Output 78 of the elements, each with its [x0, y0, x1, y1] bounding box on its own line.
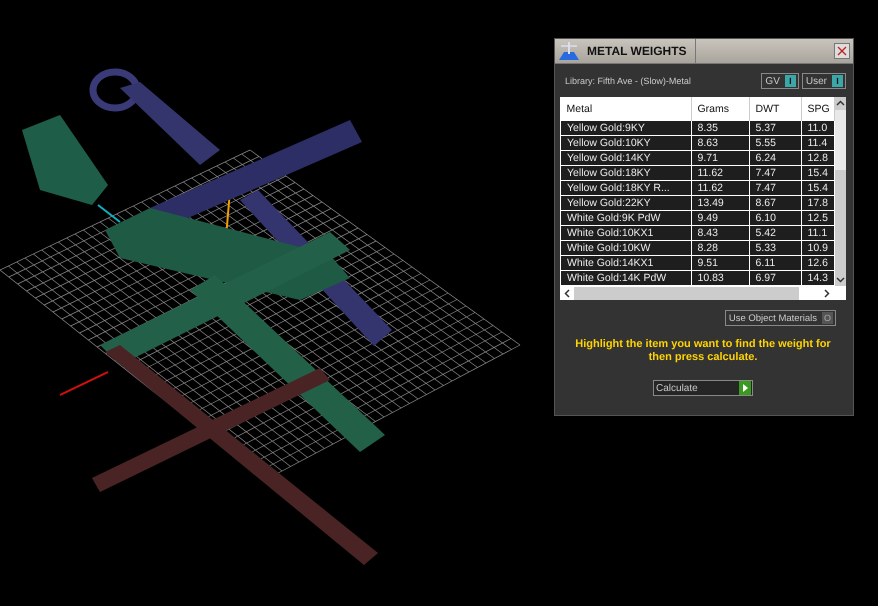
- table-cell: 11.62: [691, 166, 749, 180]
- window-title: METAL WEIGHTS: [585, 39, 696, 63]
- table-cell: 5.55: [749, 136, 801, 150]
- table-cell: 9.51: [691, 256, 749, 270]
- table-cell: 17.8: [801, 196, 834, 210]
- table-row[interactable]: Yellow Gold:9KY 8.35 5.37 11.0: [560, 120, 834, 136]
- table-row[interactable]: White Gold:14KX1 9.51 6.11 12.6: [560, 256, 834, 270]
- column-header[interactable]: DWT: [749, 97, 801, 120]
- table-row[interactable]: Yellow Gold:18KY 11.62 7.47 15.4: [560, 166, 834, 180]
- table-cell: 15.4: [801, 180, 834, 196]
- table-cell: White Gold:10KX1: [560, 226, 691, 240]
- table-cell: 12.8: [801, 150, 834, 166]
- table-cell: 8.28: [691, 240, 749, 256]
- table-cell: White Gold:14KX1: [560, 256, 691, 270]
- column-header[interactable]: SPG: [801, 97, 834, 120]
- scroll-thumb[interactable]: [574, 286, 799, 300]
- toggle-switch[interactable]: I: [784, 75, 796, 87]
- table-cell: 6.10: [749, 210, 801, 226]
- table-cell: 5.37: [749, 120, 801, 136]
- table-cell: 14.3: [801, 270, 834, 286]
- library-label: Library: Fifth Ave - (Slow)-Metal: [565, 76, 691, 86]
- table-row[interactable]: Yellow Gold:10KY 8.63 5.55 11.4: [560, 136, 834, 150]
- table-cell: White Gold:9K PdW: [560, 210, 691, 226]
- table-cell: 11.4: [801, 136, 834, 150]
- table-cell: 12.6: [801, 256, 834, 270]
- table-cell: Yellow Gold:10KY: [560, 136, 691, 150]
- toggle-control[interactable]: GV I: [761, 73, 799, 89]
- table-cell: 11.1: [801, 226, 834, 240]
- table-cell: Yellow Gold:14KY: [560, 150, 691, 166]
- scroll-up-icon[interactable]: [836, 100, 845, 106]
- close-button[interactable]: [834, 43, 850, 59]
- table-cell: Yellow Gold:18KY R...: [560, 180, 691, 196]
- table-cell: Yellow Gold:18KY: [560, 166, 691, 180]
- table-cell: 11.62: [691, 180, 749, 196]
- table-cell: 15.4: [801, 166, 834, 180]
- scroll-right-icon[interactable]: [824, 288, 830, 298]
- toggle-control[interactable]: User I: [802, 73, 846, 89]
- table-cell: 6.11: [749, 256, 801, 270]
- table-cell: White Gold:14K PdW: [560, 270, 691, 286]
- toggle-switch[interactable]: I: [832, 75, 843, 87]
- use-object-materials-toggle[interactable]: Use Object Materials O: [724, 310, 836, 326]
- scroll-thumb[interactable]: [835, 110, 846, 170]
- table-cell: 8.63: [691, 136, 749, 150]
- table-cell: 7.47: [749, 180, 801, 196]
- table-row[interactable]: White Gold:14K PdW 10.83 6.97 14.3: [560, 270, 834, 286]
- play-icon: [739, 381, 751, 395]
- vertical-scrollbar[interactable]: [835, 97, 846, 286]
- table-cell: 12.5: [801, 210, 834, 226]
- table-row[interactable]: White Gold:9K PdW 9.49 6.10 12.5: [560, 210, 834, 226]
- table-row[interactable]: White Gold:10KW 8.28 5.33 10.9: [560, 240, 834, 256]
- table-cell: 7.47: [749, 166, 801, 180]
- table-row[interactable]: Yellow Gold:18KY R... 11.62 7.47 15.4: [560, 180, 834, 196]
- scroll-down-icon[interactable]: [836, 277, 845, 283]
- table-cell: 10.9: [801, 240, 834, 256]
- table-row[interactable]: White Gold:10KX1 8.43 5.42 11.1: [560, 226, 834, 240]
- calculate-button[interactable]: Calculate: [653, 380, 753, 396]
- scroll-left-icon[interactable]: [564, 288, 570, 298]
- table-cell: 8.67: [749, 196, 801, 210]
- instruction-text: Highlight the item you want to find the weight for then press calculate.: [574, 338, 832, 364]
- table-cell: Yellow Gold:22KY: [560, 196, 691, 210]
- table-cell: 5.42: [749, 226, 801, 240]
- table-cell: Yellow Gold:9KY: [560, 120, 691, 136]
- table-cell: 8.35: [691, 120, 749, 136]
- column-header[interactable]: Grams: [691, 97, 749, 120]
- table-cell: White Gold:10KW: [560, 240, 691, 256]
- table-cell: 5.33: [749, 240, 801, 256]
- table-cell: 6.97: [749, 270, 801, 286]
- table-cell: 11.0: [801, 120, 834, 136]
- table-cell: 10.83: [691, 270, 749, 286]
- table-row[interactable]: Yellow Gold:14KY 9.71 6.24 12.8: [560, 150, 834, 166]
- table-cell: 9.71: [691, 150, 749, 166]
- close-icon: [837, 46, 847, 56]
- table-cell: 8.43: [691, 226, 749, 240]
- table-cell: 9.49: [691, 210, 749, 226]
- table-cell: 13.49: [691, 196, 749, 210]
- scale-icon: [557, 40, 581, 62]
- table-row[interactable]: Yellow Gold:22KY 13.49 8.67 17.8: [560, 196, 834, 210]
- table-cell: 6.24: [749, 150, 801, 166]
